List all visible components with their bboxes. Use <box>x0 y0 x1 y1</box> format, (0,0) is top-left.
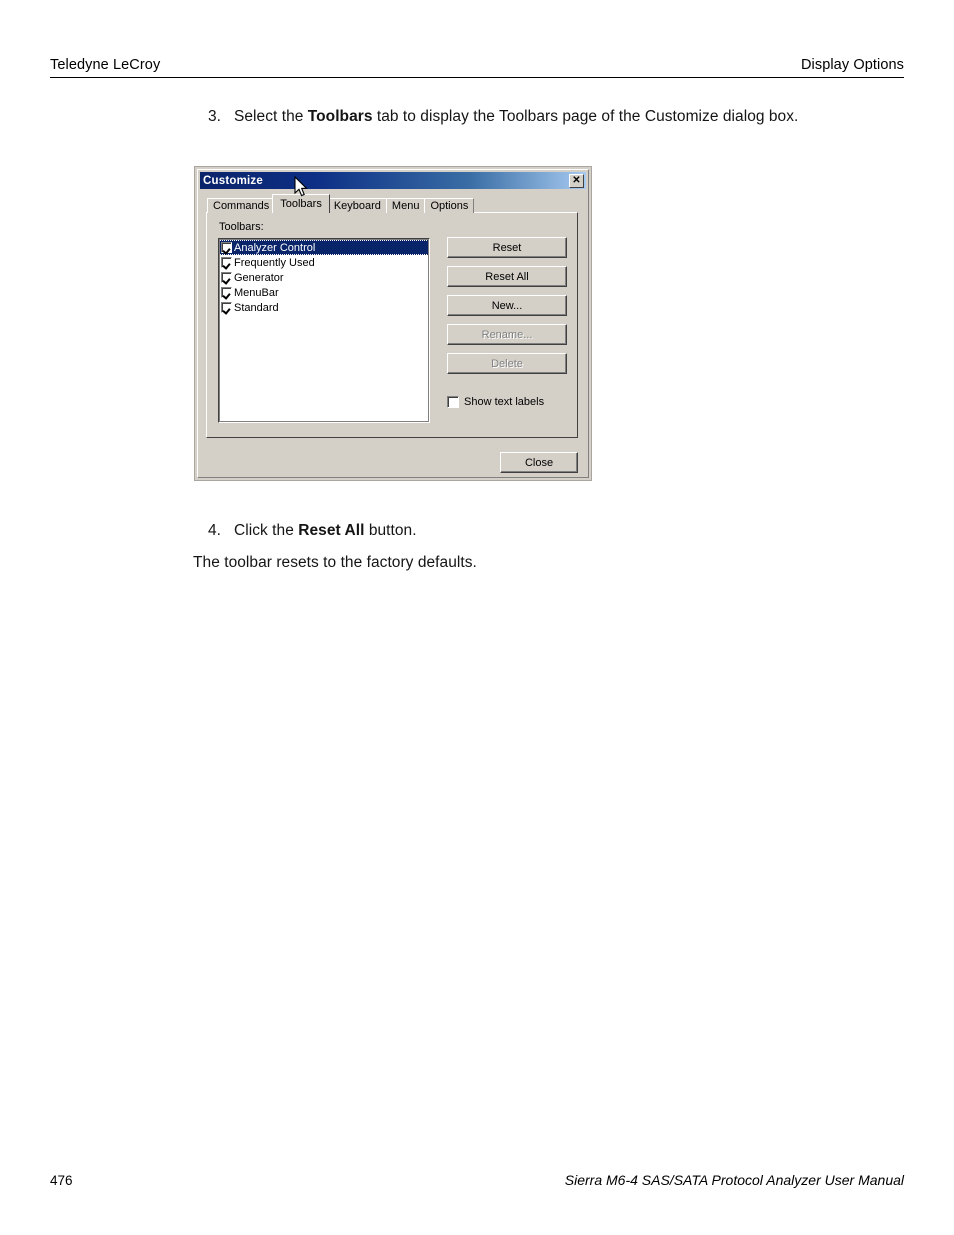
new-button-label: New... <box>491 299 523 312</box>
tab-menu[interactable]: Menu <box>385 198 426 213</box>
delete-button-label: Delete <box>491 357 523 370</box>
step-3-text: Select the Toolbars tab to display the T… <box>234 107 908 128</box>
step-3-text-after: tab to display the Toolbars page of the … <box>372 108 799 125</box>
step-4-number: 4. <box>208 522 222 539</box>
new-button[interactable]: New... <box>447 295 567 316</box>
header-right-text: Display Options <box>800 57 904 74</box>
checkbox-icon[interactable] <box>447 396 459 408</box>
list-item[interactable]: Standard <box>219 300 429 315</box>
checkbox-icon[interactable] <box>221 287 232 298</box>
list-item-label: Generator <box>234 271 284 284</box>
checkbox-icon[interactable] <box>221 257 232 268</box>
result-paragraph: The toolbar resets to the factory defaul… <box>193 554 477 571</box>
reset-button-label: Reset <box>492 241 522 254</box>
tab-toolbars[interactable]: Toolbars <box>272 194 330 213</box>
show-text-labels-label: Show text labels <box>464 396 545 408</box>
toolbars-tab-page: Toolbars: Analyzer Control Frequently Us… <box>206 212 578 438</box>
header-left-text: Teledyne LeCroy <box>50 57 161 74</box>
show-text-labels-checkbox[interactable]: Show text labels <box>447 396 544 408</box>
dialog-title: Customize <box>203 174 263 187</box>
list-item[interactable]: Frequently Used <box>219 255 429 270</box>
list-item[interactable]: Analyzer Control <box>219 240 429 255</box>
tab-menu-label: Menu <box>391 200 420 212</box>
dialog-tabstrip: Commands Toolbars Keyboard Menu Options <box>207 194 475 213</box>
list-item-label: Analyzer Control <box>234 241 316 254</box>
toolbars-list-label: Toolbars: <box>219 221 264 233</box>
rename-button: Rename... <box>447 324 567 345</box>
step-3: 3. Select the Toolbars tab to display th… <box>208 107 908 128</box>
step-3-bold: Toolbars <box>307 108 373 125</box>
list-item[interactable]: MenuBar <box>219 285 429 300</box>
tab-options-label: Options <box>430 200 469 212</box>
reset-all-button[interactable]: Reset All <box>447 266 567 287</box>
dialog-titlebar: Customize ✕ <box>200 172 586 189</box>
list-item[interactable]: Generator <box>219 270 429 285</box>
checkbox-icon[interactable] <box>221 302 232 313</box>
tab-keyboard[interactable]: Keyboard <box>327 198 387 213</box>
toolbars-listbox[interactable]: Analyzer Control Frequently Used Generat… <box>218 238 430 423</box>
tab-commands-label: Commands <box>213 200 270 212</box>
close-button-label: Close <box>524 456 554 469</box>
step-3-number: 3. <box>208 108 222 125</box>
manual-title: Sierra M6-4 SAS/SATA Protocol Analyzer U… <box>564 1172 904 1188</box>
step-4-text-after: button. <box>364 522 417 539</box>
page-footer: 476 Sierra M6-4 SAS/SATA Protocol Analyz… <box>50 1172 904 1188</box>
dialog-frame: Customize ✕ Commands Toolbars Keyboard M… <box>197 169 589 478</box>
page-header: Teledyne LeCroy Display Options <box>50 50 904 78</box>
list-item-label: Frequently Used <box>234 256 315 269</box>
reset-button[interactable]: Reset <box>447 237 567 258</box>
toolbar-action-buttons: Reset Reset All New... Rename... Delete <box>447 237 567 382</box>
checkbox-icon[interactable] <box>221 242 232 253</box>
list-item-label: Standard <box>234 301 279 314</box>
step-4-bold: Reset All <box>298 522 365 539</box>
step-4-text-before: Click the <box>234 522 299 539</box>
delete-button: Delete <box>447 353 567 374</box>
step-4: 4. Click the Reset All button. <box>208 521 908 542</box>
checkbox-icon[interactable] <box>221 272 232 283</box>
tab-options[interactable]: Options <box>424 198 475 213</box>
tab-toolbars-label: Toolbars <box>280 198 322 210</box>
close-button[interactable]: Close <box>500 452 578 473</box>
customize-dialog-screenshot: Customize ✕ Commands Toolbars Keyboard M… <box>194 166 592 481</box>
step-4-text: Click the Reset All button. <box>234 521 908 542</box>
page-number: 476 <box>50 1173 73 1188</box>
tab-commands[interactable]: Commands <box>207 198 276 213</box>
step-3-text-before: Select the <box>234 108 308 125</box>
rename-button-label: Rename... <box>481 328 533 341</box>
reset-all-button-label: Reset All <box>485 270 529 283</box>
list-item-label: MenuBar <box>234 286 279 299</box>
tab-keyboard-label: Keyboard <box>333 200 381 212</box>
close-icon[interactable]: ✕ <box>569 173 584 188</box>
